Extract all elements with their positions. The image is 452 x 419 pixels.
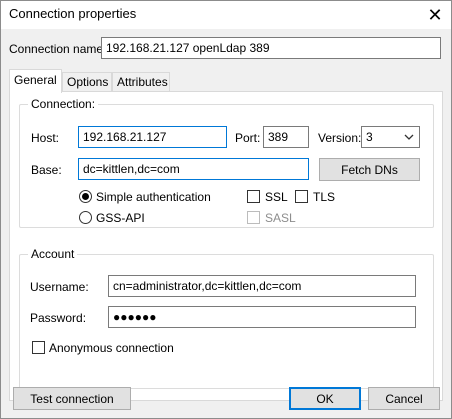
fetch-dns-button[interactable]: Fetch DNs	[319, 158, 420, 181]
title-bar: Connection properties ✕	[1, 1, 451, 29]
tls-label: TLS	[313, 190, 336, 204]
test-connection-button[interactable]: Test connection	[13, 387, 131, 410]
version-value: 3	[366, 130, 373, 144]
account-group-legend: Account	[28, 247, 78, 261]
chevron-down-icon	[404, 134, 414, 140]
password-input[interactable]: ●●●●●●	[108, 306, 416, 328]
connection-name-input[interactable]: 192.168.21.127 openLdap 389	[101, 37, 441, 59]
gssapi-radio[interactable]	[79, 211, 92, 224]
connection-group-legend: Connection:	[28, 97, 99, 111]
simple-auth-radio[interactable]	[79, 190, 92, 203]
port-input[interactable]: 389	[263, 126, 309, 148]
username-label: Username:	[30, 280, 89, 294]
ssl-checkbox[interactable]	[247, 190, 260, 203]
base-input[interactable]: dc=kittlen,dc=com	[78, 158, 309, 180]
tab-options[interactable]: Options	[62, 72, 112, 92]
gssapi-label: GSS-API	[96, 211, 145, 225]
password-label: Password:	[30, 311, 87, 325]
connection-group: Connection: Host: 192.168.21.127 Port: 3…	[19, 97, 434, 228]
dialog-body: Connection name: 192.168.21.127 openLdap…	[1, 29, 451, 418]
connection-name-label: Connection name:	[9, 42, 107, 56]
version-select[interactable]: 3	[361, 126, 420, 148]
ssl-label: SSL	[265, 190, 288, 204]
port-label: Port:	[235, 131, 261, 145]
username-input[interactable]: cn=administrator,dc=kittlen,dc=com	[108, 275, 416, 297]
sasl-checkbox	[247, 211, 260, 224]
version-label: Version:	[318, 131, 362, 145]
window-title: Connection properties	[9, 6, 137, 21]
simple-auth-label: Simple authentication	[96, 190, 211, 204]
tls-checkbox[interactable]	[295, 190, 308, 203]
anonymous-checkbox[interactable]	[32, 341, 45, 354]
tab-general[interactable]: General	[9, 69, 62, 93]
tab-attributes[interactable]: Attributes	[112, 72, 170, 92]
ok-button[interactable]: OK	[289, 387, 361, 410]
general-tab-panel: Connection: Host: 192.168.21.127 Port: 3…	[9, 91, 443, 401]
host-input[interactable]: 192.168.21.127	[78, 126, 227, 148]
anonymous-label: Anonymous connection	[49, 341, 174, 355]
cancel-button[interactable]: Cancel	[368, 387, 440, 410]
base-label: Base:	[31, 163, 62, 177]
account-group: Account Username: cn=administrator,dc=ki…	[19, 247, 434, 389]
host-label: Host:	[31, 131, 60, 145]
close-icon[interactable]: ✕	[419, 1, 451, 29]
connection-properties-dialog: Connection properties ✕ Connection name:…	[0, 0, 452, 419]
sasl-label: SASL	[265, 211, 296, 225]
